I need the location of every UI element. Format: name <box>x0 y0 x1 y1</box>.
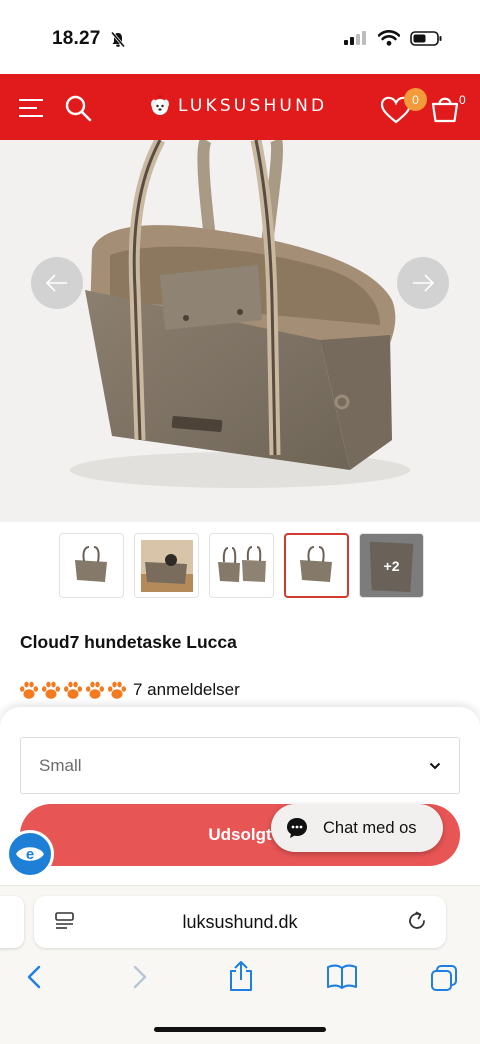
paw-icon <box>64 681 82 699</box>
arrow-left-icon <box>45 274 67 292</box>
paw-icon <box>108 681 126 699</box>
dog-logo-icon <box>151 94 169 115</box>
reviews-count-link[interactable]: 7 anmeldelser <box>133 680 240 700</box>
site-logo[interactable]: LUKSUSHUND <box>148 94 327 118</box>
size-select[interactable]: Small <box>20 737 460 794</box>
svg-text:e: e <box>26 846 34 863</box>
home-indicator[interactable] <box>154 1027 326 1032</box>
chevron-down-icon <box>429 762 441 769</box>
tabs-icon[interactable] <box>430 964 458 992</box>
thumbnail-strip: +2 <box>59 533 424 598</box>
paw-icon <box>86 681 104 699</box>
thumbnail-4-active[interactable] <box>284 533 349 598</box>
thumbnail-1[interactable] <box>59 533 124 598</box>
cart-count: 0 <box>459 93 466 107</box>
product-title: Cloud7 hundetaske Lucca <box>20 632 237 652</box>
cart-bag-icon[interactable] <box>430 93 460 123</box>
page-format-icon[interactable] <box>54 910 76 932</box>
back-arrow-icon[interactable] <box>24 964 46 990</box>
paw-rating-stars <box>19 681 127 700</box>
wishlist-count-badge: 0 <box>404 88 427 111</box>
status-bar: 18.27 <box>0 0 480 74</box>
product-image-gallery[interactable] <box>0 140 480 522</box>
product-rating[interactable]: 7 anmeldelser <box>19 680 240 700</box>
cellular-signal-icon <box>344 31 366 45</box>
gallery-next-button[interactable] <box>397 257 449 309</box>
accessibility-eye-icon: e <box>16 846 44 863</box>
previous-tab-peek[interactable] <box>0 896 24 948</box>
size-select-value: Small <box>39 755 82 775</box>
forward-arrow-icon[interactable] <box>128 964 150 990</box>
thumbnail-lifestyle-image <box>140 539 193 592</box>
accessibility-widget-button[interactable]: e <box>6 830 54 878</box>
bookmarks-icon[interactable] <box>326 964 358 990</box>
status-indicators <box>344 30 442 46</box>
silent-mode-icon <box>110 31 126 48</box>
battery-icon <box>410 30 442 46</box>
paw-icon <box>42 681 60 699</box>
chat-bubble-icon <box>287 818 307 838</box>
thumbnail-two-bags-image <box>217 545 266 582</box>
share-icon[interactable] <box>227 960 255 992</box>
menu-icon[interactable] <box>18 98 44 118</box>
site-header: LUKSUSHUND 0 0 <box>0 74 480 140</box>
chat-with-us-button[interactable]: Chat med os <box>271 804 443 852</box>
status-time: 18.27 <box>52 28 101 49</box>
sold-out-button-label: Udsolgt <box>208 825 272 844</box>
address-bar[interactable]: luksushund.dk <box>34 896 446 948</box>
wifi-icon <box>378 30 400 46</box>
reload-icon[interactable] <box>406 910 428 932</box>
thumbnail-more[interactable]: +2 <box>359 533 424 598</box>
sticky-purchase-panel: Small Udsolgt <box>0 707 480 885</box>
thumbnail-2[interactable] <box>134 533 199 598</box>
chat-button-label: Chat med os <box>323 818 417 837</box>
thumbnail-3[interactable] <box>209 533 274 598</box>
paw-icon <box>20 681 38 699</box>
more-images-label: +2 <box>383 557 400 574</box>
search-icon[interactable] <box>64 94 92 122</box>
thumbnail-bag-image <box>74 545 107 582</box>
logo-text: LUKSUSHUND <box>178 96 328 116</box>
thumbnail-bag-image <box>299 545 332 582</box>
gallery-prev-button[interactable] <box>31 257 83 309</box>
arrow-right-icon <box>413 274 435 292</box>
url-text: luksushund.dk <box>182 911 298 932</box>
browser-bottom-bar: luksushund.dk <box>0 885 480 1044</box>
product-image <box>0 140 480 522</box>
